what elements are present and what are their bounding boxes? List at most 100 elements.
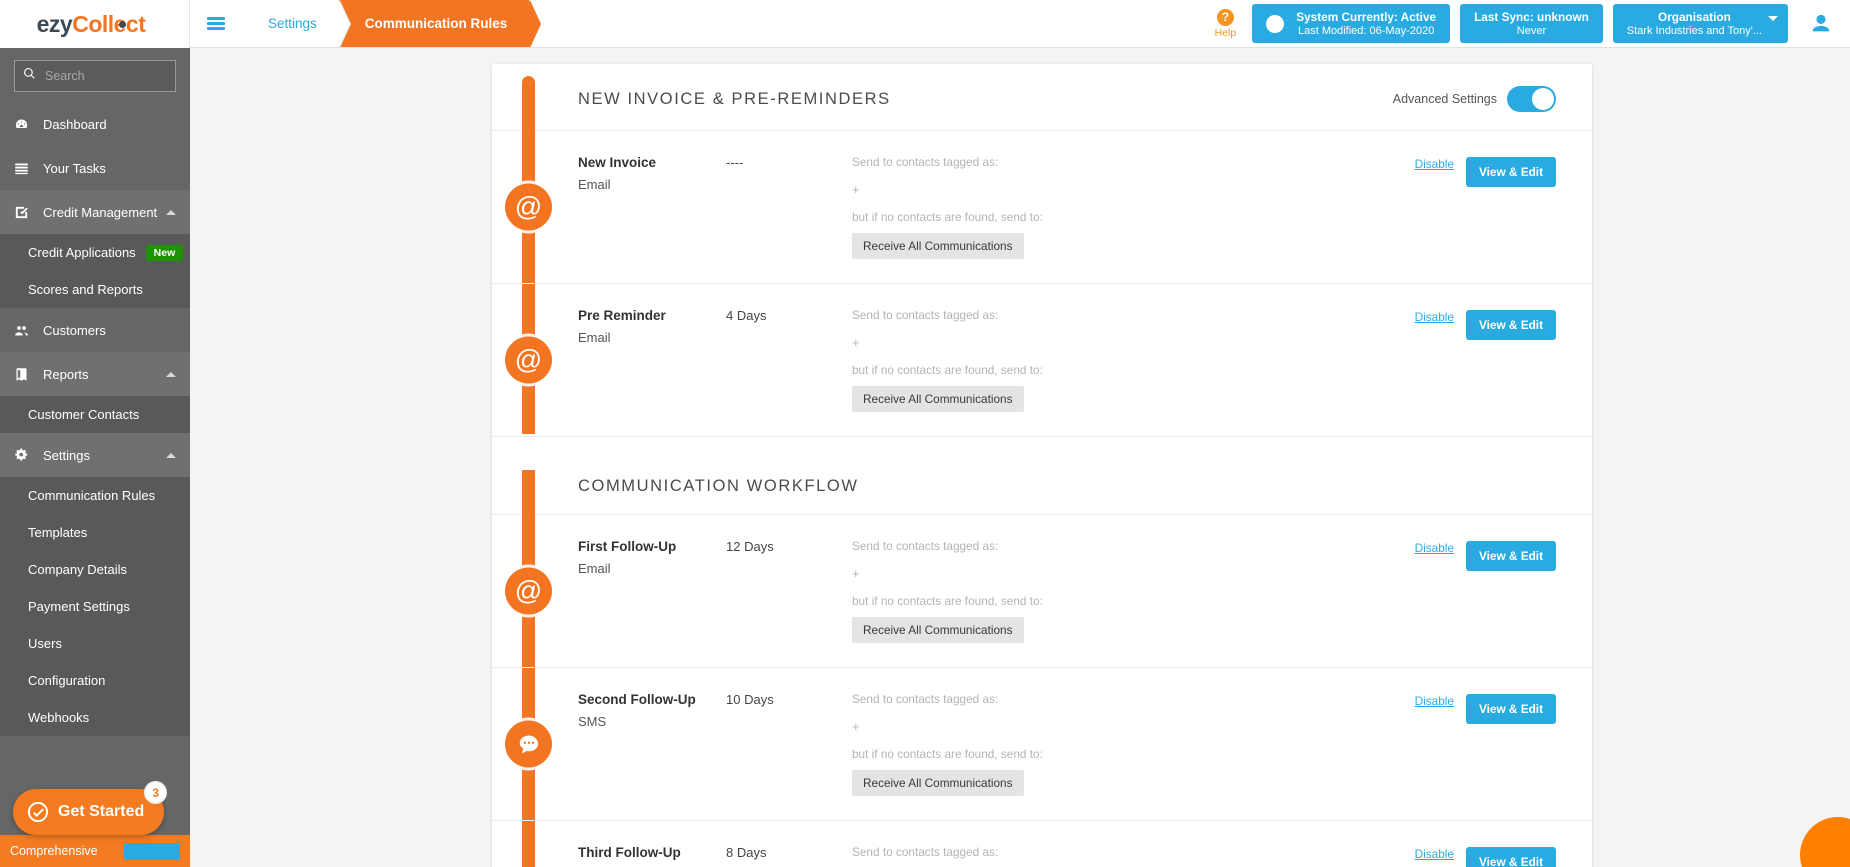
tag-label: Send to contacts tagged as: bbox=[852, 692, 999, 706]
advanced-settings-toggle[interactable] bbox=[1507, 86, 1556, 112]
advanced-settings-label: Advanced Settings bbox=[1392, 92, 1497, 106]
section-title: COMMUNICATION WORKFLOW bbox=[578, 477, 859, 495]
sidebar-item-label: Scores and Reports bbox=[28, 282, 143, 297]
get-started-badge-count: 3 bbox=[144, 781, 168, 804]
top-navigation-bar: ezyCollect Settings Communication Rules … bbox=[0, 0, 1850, 48]
add-tag-button[interactable]: + bbox=[852, 566, 1366, 581]
rule-name: Third Follow-Up bbox=[578, 845, 681, 860]
sidebar-item-customer-contacts[interactable]: Customer Contacts bbox=[0, 396, 190, 433]
help-button[interactable]: ? Help bbox=[1215, 8, 1236, 39]
search-icon bbox=[23, 67, 36, 85]
check-circle-icon bbox=[27, 801, 49, 823]
app-logo[interactable]: ezyCollect bbox=[0, 0, 190, 48]
timeline-gap bbox=[522, 434, 535, 470]
breadcrumb-label: Communication Rules bbox=[364, 16, 508, 31]
rule-tags-config: Send to contacts tagged as: + but if no … bbox=[852, 845, 1366, 867]
sidebar-item-settings[interactable]: Settings bbox=[0, 433, 190, 477]
sidebar-item-users[interactable]: Users bbox=[0, 625, 190, 662]
organisation-selector[interactable]: Organisation Stark Industries and Tony'.… bbox=[1612, 4, 1788, 43]
sidebar-search[interactable] bbox=[14, 60, 176, 92]
get-started-button[interactable]: Get Started 3 bbox=[13, 781, 168, 835]
fallback-label: but if no contacts are found, send to: bbox=[852, 747, 1043, 761]
checkbox-icon bbox=[14, 205, 33, 220]
rule-channel: Email bbox=[578, 177, 611, 192]
sidebar-bottom-promo[interactable]: Comprehensive bbox=[0, 835, 190, 867]
sidebar-subgroup-settings: Communication Rules Templates Company De… bbox=[0, 477, 190, 736]
fallback-chip[interactable]: Receive All Communications bbox=[852, 386, 1024, 412]
system-status-pill[interactable]: System Currently: Active Last Modified: … bbox=[1252, 4, 1451, 43]
sidebar-item-payment-settings[interactable]: Payment Settings bbox=[0, 588, 190, 625]
view-and-edit-button[interactable]: View & Edit bbox=[1465, 157, 1556, 187]
add-tag-button[interactable]: + bbox=[852, 182, 1366, 197]
view-and-edit-button[interactable]: View & Edit bbox=[1465, 541, 1556, 571]
sidebar-item-company-details[interactable]: Company Details bbox=[0, 551, 190, 588]
sidebar-item-label: Configuration bbox=[28, 673, 106, 688]
last-sync-pill[interactable]: Last Sync: unknown Never bbox=[1460, 4, 1603, 43]
sidebar-item-your-tasks[interactable]: Your Tasks bbox=[0, 146, 190, 190]
sidebar-item-customers[interactable]: Customers bbox=[0, 308, 190, 352]
fallback-chip[interactable]: Receive All Communications bbox=[852, 617, 1024, 643]
breadcrumb: Settings Communication Rules bbox=[242, 0, 530, 47]
logo-text-secondary: Collect bbox=[72, 10, 146, 37]
sidebar-item-configuration[interactable]: Configuration bbox=[0, 662, 190, 699]
hamburger-menu-icon[interactable] bbox=[190, 0, 242, 47]
email-at-icon: @ bbox=[505, 567, 552, 615]
add-tag-button[interactable]: + bbox=[852, 719, 1366, 734]
rule-identity: First Follow-Up Email bbox=[578, 539, 726, 643]
gear-icon bbox=[14, 448, 33, 463]
view-and-edit-button[interactable]: View & Edit bbox=[1465, 310, 1556, 340]
rule-actions: Disable View & Edit bbox=[1366, 308, 1556, 412]
search-input[interactable] bbox=[45, 69, 167, 83]
sidebar-item-label: Settings bbox=[43, 447, 90, 463]
breadcrumb-item-communication-rules[interactable]: Communication Rules bbox=[338, 0, 530, 47]
sidebar-item-webhooks[interactable]: Webhooks bbox=[0, 699, 190, 736]
sidebar-item-scores-and-reports[interactable]: Scores and Reports bbox=[0, 271, 190, 308]
rule-actions: Disable View & Edit bbox=[1366, 845, 1556, 867]
sidebar-item-credit-management[interactable]: Credit Management bbox=[0, 190, 190, 234]
dashboard-icon bbox=[14, 117, 33, 132]
add-tag-button[interactable]: + bbox=[852, 335, 1366, 350]
disable-link[interactable]: Disable bbox=[1415, 541, 1454, 555]
rule-days: 10 Days bbox=[726, 692, 774, 707]
sidebar-item-label: Users bbox=[28, 636, 62, 651]
rule-actions: Disable View & Edit bbox=[1366, 539, 1556, 643]
rule-row-second-follow-up: Second Follow-Up SMS 10 Days Send to con… bbox=[492, 668, 1592, 821]
organisation-subtitle: Stark Industries and Tony'... bbox=[1626, 24, 1762, 37]
sidebar-item-credit-applications[interactable]: Credit Applications New bbox=[0, 234, 190, 271]
rule-channel: SMS bbox=[578, 714, 607, 729]
rule-row-first-follow-up: @ First Follow-Up Email 12 Days Send to … bbox=[492, 515, 1592, 668]
system-status-subtitle: Last Modified: 06-May-2020 bbox=[1297, 24, 1435, 37]
sidebar-item-reports[interactable]: Reports bbox=[0, 352, 190, 396]
sidebar-item-label: Credit Management bbox=[43, 204, 158, 220]
sidebar-subgroup-reports: Customer Contacts bbox=[0, 396, 190, 433]
bottom-promo-button[interactable] bbox=[124, 842, 180, 860]
disable-link[interactable]: Disable bbox=[1415, 310, 1454, 324]
sidebar-item-dashboard[interactable]: Dashboard bbox=[0, 102, 190, 146]
rule-identity: Second Follow-Up SMS bbox=[578, 692, 726, 796]
status-indicator-dot-icon bbox=[1266, 14, 1285, 33]
disable-link[interactable]: Disable bbox=[1415, 157, 1454, 171]
top-bar-right-group: ? Help System Currently: Active Last Mod… bbox=[1215, 0, 1850, 47]
email-at-icon: @ bbox=[505, 183, 552, 231]
sidebar-item-label: Customers bbox=[43, 322, 106, 338]
logo-dot-icon bbox=[119, 20, 127, 28]
fallback-label: but if no contacts are found, send to: bbox=[852, 210, 1043, 224]
sidebar-item-templates[interactable]: Templates bbox=[0, 514, 190, 551]
user-avatar-icon[interactable] bbox=[1810, 13, 1832, 35]
rule-identity: Pre Reminder Email bbox=[578, 308, 726, 412]
breadcrumb-item-settings[interactable]: Settings bbox=[242, 0, 339, 47]
disable-link[interactable]: Disable bbox=[1415, 847, 1454, 861]
rule-actions: Disable View & Edit bbox=[1366, 155, 1556, 259]
disable-link[interactable]: Disable bbox=[1415, 694, 1454, 708]
bottom-promo-label: Comprehensive bbox=[10, 844, 98, 858]
sidebar-subgroup-credit-management: Credit Applications New Scores and Repor… bbox=[0, 234, 190, 308]
view-and-edit-button[interactable]: View & Edit bbox=[1465, 694, 1556, 724]
fallback-chip[interactable]: Receive All Communications bbox=[852, 770, 1024, 796]
fallback-chip[interactable]: Receive All Communications bbox=[852, 233, 1024, 259]
customers-icon bbox=[14, 323, 33, 338]
sidebar-navigation: Dashboard Your Tasks Credit Management C… bbox=[0, 48, 190, 867]
new-badge: New bbox=[145, 244, 184, 261]
sidebar-item-communication-rules[interactable]: Communication Rules bbox=[0, 477, 190, 514]
view-and-edit-button[interactable]: View & Edit bbox=[1465, 847, 1556, 867]
tag-label: Send to contacts tagged as: bbox=[852, 308, 999, 322]
